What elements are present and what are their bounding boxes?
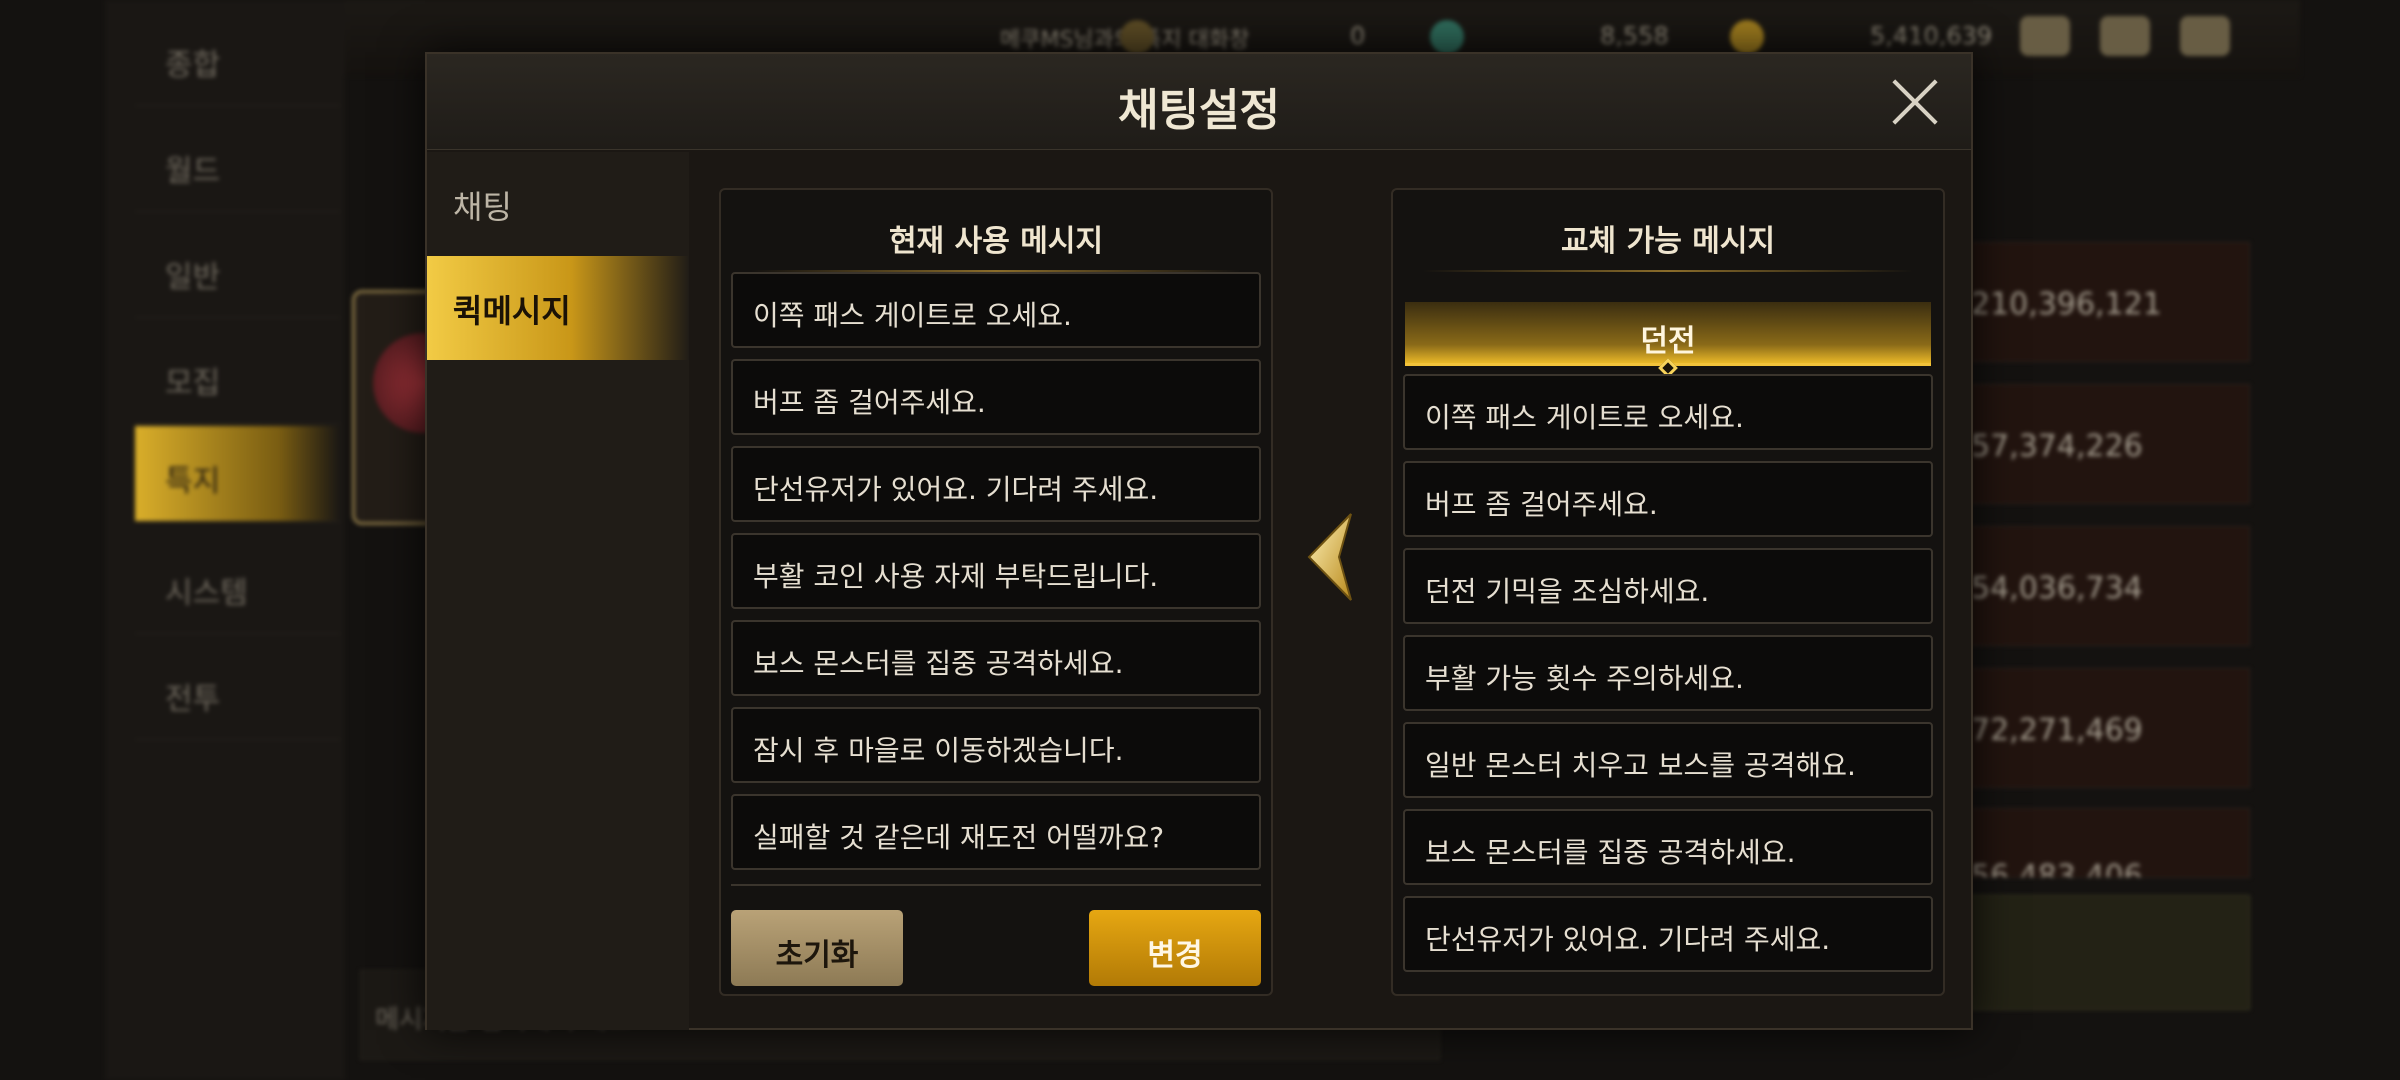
current-message-item[interactable]: 잠시 후 마을로 이동하겠습니다.: [731, 707, 1261, 783]
current-messages-panel: 현재 사용 메시지 이쪽 패스 게이트로 오세요. 버프 좀 걸어주세요. 단선…: [719, 188, 1273, 996]
bg-menu-item: 모집: [135, 328, 340, 424]
swap-arrow-left-icon[interactable]: [1301, 512, 1361, 602]
available-messages-title: 교체 가능 메시지: [1560, 224, 1776, 259]
bg-menu-item: 월드: [135, 116, 340, 212]
tab-chat[interactable]: 채팅: [427, 152, 689, 256]
tab-quick-message[interactable]: 퀵메시지: [427, 256, 689, 360]
resource-value: 0: [1350, 22, 1366, 50]
bg-menu-item: 시스템: [135, 538, 340, 634]
available-message-item[interactable]: 버프 좀 걸어주세요.: [1403, 461, 1933, 537]
resource-value: 8,558: [1600, 22, 1669, 50]
background-number: 57,374,226: [1950, 384, 2250, 504]
resource-value: 5,410,639: [1870, 22, 1993, 50]
available-message-item[interactable]: 이쪽 패스 게이트로 오세요.: [1403, 374, 1933, 450]
title-divider: [1423, 270, 1913, 272]
chat-icon[interactable]: [2180, 16, 2230, 56]
available-message-item[interactable]: 보스 몬스터를 집중 공격하세요.: [1403, 809, 1933, 885]
current-message-item[interactable]: 버프 좀 걸어주세요.: [731, 359, 1261, 435]
available-message-item[interactable]: 단선유저가 있어요. 기다려 주세요.: [1403, 896, 1933, 972]
available-messages-panel: 교체 가능 메시지 던전 이쪽 패스 게이트로 오세요. 버프 좀 걸어주세요.…: [1391, 188, 1945, 996]
category-tab-dungeon[interactable]: 던전: [1405, 302, 1931, 378]
bag-icon[interactable]: [2020, 16, 2070, 56]
change-button[interactable]: 변경: [1089, 910, 1261, 986]
current-messages-title: 현재 사용 메시지: [888, 224, 1104, 259]
current-message-item[interactable]: 부활 코인 사용 자제 부탁드립니다.: [731, 533, 1261, 609]
chat-settings-modal: 채팅설정 채팅 퀵메시지 현재 사용 메시지 이쪽 패스 게이트로 오세요. 버…: [425, 52, 1973, 1030]
background-number: 56,483,406: [1950, 808, 2250, 878]
settings-tab-list: 채팅 퀵메시지: [427, 152, 689, 1030]
current-message-item[interactable]: 실패할 것 같은데 재도전 어떨까요?: [731, 794, 1261, 870]
current-message-item[interactable]: 보스 몬스터를 집중 공격하세요.: [731, 620, 1261, 696]
bg-menu-item: 특지: [135, 426, 340, 522]
modal-title: 채팅설정: [1118, 85, 1280, 136]
background-side-menu: 종합 월드 일반 모집 특지 시스템 전투: [105, 0, 345, 1080]
background-reward-box: [1950, 895, 2250, 1010]
close-button[interactable]: [1891, 78, 1939, 126]
bg-menu-item: 일반: [135, 222, 340, 318]
background-number: 210,396,121: [1950, 242, 2250, 362]
current-message-item[interactable]: 이쪽 패스 게이트로 오세요.: [731, 272, 1261, 348]
available-message-item[interactable]: 부활 가능 횟수 주의하세요.: [1403, 635, 1933, 711]
modal-header: 채팅설정: [427, 54, 1971, 150]
available-message-item[interactable]: 일반 몬스터 치우고 보스를 공격해요.: [1403, 722, 1933, 798]
bg-menu-item: 전투: [135, 644, 340, 740]
current-message-item[interactable]: 단선유저가 있어요. 기다려 주세요.: [731, 446, 1261, 522]
gold-coin-icon: [1730, 20, 1764, 54]
bg-menu-item: 종합: [135, 10, 340, 106]
background-number: 54,036,734: [1950, 526, 2250, 646]
available-message-item[interactable]: 던전 기믹을 조심하세요.: [1403, 548, 1933, 624]
crystal-icon: [1430, 20, 1464, 54]
reset-button[interactable]: 초기화: [731, 910, 903, 986]
list-divider: [731, 884, 1261, 886]
moon-coin-icon: [1120, 20, 1154, 54]
background-number: 72,271,469: [1950, 668, 2250, 788]
category-label: 던전: [1640, 324, 1696, 359]
mail-icon[interactable]: [2100, 16, 2150, 56]
